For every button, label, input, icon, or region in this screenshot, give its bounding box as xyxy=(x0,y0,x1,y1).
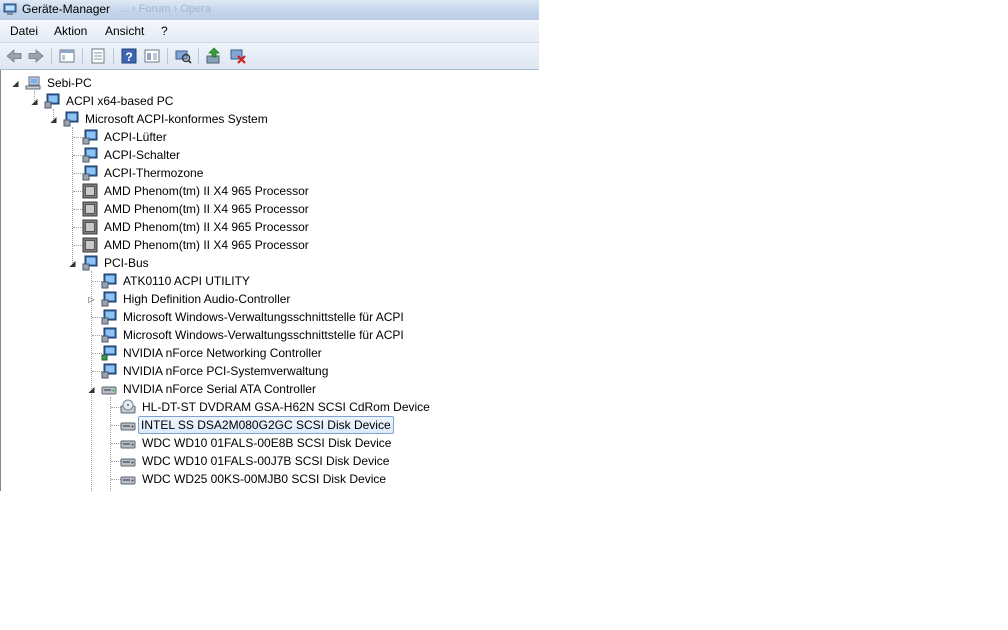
processor-icon xyxy=(82,219,98,235)
system-device-icon xyxy=(82,147,98,163)
tree-item-label: NVIDIA nForce Networking Controller xyxy=(123,346,322,360)
processor-icon xyxy=(82,183,98,199)
cdrom-drive-icon xyxy=(120,399,136,414)
tree-item-dvd-drive[interactable]: HL-DT-ST DVDRAM GSA-H62N SCSI CdRom Devi… xyxy=(1,398,531,416)
tree-item-acpi-switch[interactable]: ACPI-Schalter xyxy=(1,146,531,164)
system-device-icon xyxy=(82,255,98,271)
tree-item-label: ACPI-Thermozone xyxy=(104,166,204,180)
disk-drive-icon xyxy=(120,476,136,485)
device-tree[interactable]: ◢ Sebi-PC ◢ ACPI x64-based PC ◢ Microsof… xyxy=(0,70,539,491)
console-tree-icon[interactable] xyxy=(58,47,76,65)
tree-item-label: Microsoft Windows-Verwaltungsschnittstel… xyxy=(123,310,404,324)
network-adapter-icon xyxy=(101,345,117,361)
tree-item-label: NVIDIA nForce Serial ATA Controller xyxy=(123,382,316,396)
tree-item-label: High Definition Audio-Controller xyxy=(123,292,291,306)
tree-item-label: AMD Phenom(tm) II X4 965 Processor xyxy=(104,238,309,252)
tree-item-label-selected: INTEL SS DSA2M080G2GC SCSI Disk Device xyxy=(138,416,394,434)
tree-item-acpi-thermal[interactable]: ACPI-Thermozone xyxy=(1,164,531,182)
system-device-icon xyxy=(101,291,117,307)
help-icon[interactable]: ? xyxy=(120,47,138,65)
tree-item-wmi-acpi[interactable]: Microsoft Windows-Verwaltungsschnittstel… xyxy=(1,326,531,344)
tree-item-label: WDC WD25 00KS-00MJB0 SCSI Disk Device xyxy=(142,472,387,486)
disk-drive-icon xyxy=(120,422,136,431)
tree-item-label: PCI-Bus xyxy=(104,256,149,270)
computer-icon xyxy=(25,76,41,90)
tree-item-label: Sebi-PC xyxy=(47,76,92,90)
tree-item-label: AMD Phenom(tm) II X4 965 Processor xyxy=(104,220,309,234)
system-device-icon xyxy=(101,273,117,289)
tree-item-label: HL-DT-ST DVDRAM GSA-H62N SCSI CdRom Devi… xyxy=(142,400,430,414)
tree-item-acpi-pc[interactable]: ◢ ACPI x64-based PC xyxy=(1,92,531,110)
tree-item-acpi-system[interactable]: ◢ Microsoft ACPI-konformes System xyxy=(1,110,531,128)
tree-item-processor[interactable]: AMD Phenom(tm) II X4 965 Processor xyxy=(1,236,531,254)
tree-item-label: AMD Phenom(tm) II X4 965 Processor xyxy=(104,202,309,216)
tree-item-label: Microsoft ACPI-konformes System xyxy=(85,112,268,126)
properties-sheet-icon[interactable] xyxy=(89,47,107,65)
system-device-icon xyxy=(44,93,60,109)
tree-item-wdc-disk[interactable]: WDC WD10 01FALS-00J7B SCSI Disk Device xyxy=(1,452,531,470)
device-manager-icon xyxy=(3,3,17,15)
menu-help[interactable]: ? xyxy=(161,24,168,38)
system-device-icon xyxy=(82,165,98,181)
menu-ansicht[interactable]: Ansicht xyxy=(105,24,144,38)
tree-item-label: WDC WD10 01FALS-00J7B SCSI Disk Device xyxy=(142,454,390,468)
forward-arrow-icon[interactable] xyxy=(27,47,45,65)
system-device-icon xyxy=(101,309,117,325)
tree-item-label: WDC WD10 01FALS-00E8B SCSI Disk Device xyxy=(142,436,392,450)
update-driver-icon[interactable] xyxy=(205,47,223,65)
tree-item-label: AMD Phenom(tm) II X4 965 Processor xyxy=(104,184,309,198)
processor-icon xyxy=(82,237,98,253)
show-hidden-icon[interactable] xyxy=(143,47,161,65)
tree-item-atk0110[interactable]: ATK0110 ACPI UTILITY xyxy=(1,272,531,290)
disk-drive-icon xyxy=(120,458,136,467)
tree-item-processor[interactable]: AMD Phenom(tm) II X4 965 Processor xyxy=(1,182,531,200)
tree-item-acpi-fan[interactable]: ACPI-Lüfter xyxy=(1,128,531,146)
toolbar: ? xyxy=(0,43,539,70)
tree-item-label: ACPI x64-based PC xyxy=(66,94,174,108)
scan-hardware-icon[interactable] xyxy=(174,47,192,65)
window-title: Geräte-Manager xyxy=(22,2,111,16)
menu-aktion[interactable]: Aktion xyxy=(54,24,87,38)
tree-item-processor[interactable]: AMD Phenom(tm) II X4 965 Processor xyxy=(1,218,531,236)
menu-datei[interactable]: Datei xyxy=(10,24,38,38)
back-arrow-icon[interactable] xyxy=(5,47,23,65)
system-device-icon xyxy=(101,363,117,379)
collapse-arrow-icon[interactable]: ◢ xyxy=(30,97,39,106)
menu-bar: Datei Aktion Ansicht ? xyxy=(0,20,539,43)
title-bar[interactable]: Geräte-Manager … › Forum › Opera xyxy=(0,0,539,20)
svg-text:?: ? xyxy=(125,50,132,64)
collapse-arrow-icon[interactable]: ◢ xyxy=(49,115,58,124)
tree-item-label: NVIDIA nForce PCI-Systemverwaltung xyxy=(123,364,329,378)
tree-item-pci-bus[interactable]: ◢ PCI-Bus xyxy=(1,254,531,272)
tree-item-computer[interactable]: ◢ Sebi-PC xyxy=(1,74,531,92)
expand-arrow-icon[interactable]: ▷ xyxy=(87,295,96,304)
tree-item-hd-audio[interactable]: ▷ High Definition Audio-Controller xyxy=(1,290,531,308)
device-manager-window: Geräte-Manager … › Forum › Opera Datei A… xyxy=(0,0,539,491)
tree-item-label: ACPI-Schalter xyxy=(104,148,181,162)
collapse-arrow-icon[interactable]: ◢ xyxy=(11,79,20,88)
system-device-icon xyxy=(101,327,117,343)
tree-item-wdc-disk[interactable]: WDC WD25 00KS-00MJB0 SCSI Disk Device xyxy=(1,470,531,488)
tree-item-wdc-disk[interactable]: WDC WD10 01FALS-00E8B SCSI Disk Device xyxy=(1,434,531,452)
tree-item-label: Microsoft Windows-Verwaltungsschnittstel… xyxy=(123,328,404,342)
system-device-icon xyxy=(63,111,79,127)
tree-item-nforce-networking[interactable]: NVIDIA nForce Networking Controller xyxy=(1,344,531,362)
collapse-arrow-icon[interactable]: ◢ xyxy=(87,385,96,394)
tree-item-nforce-pci[interactable]: NVIDIA nForce PCI-Systemverwaltung xyxy=(1,362,531,380)
background-window-title: … › Forum › Opera xyxy=(118,3,211,15)
tree-item-intel-ssd[interactable]: INTEL SS DSA2M080G2GC SCSI Disk Device xyxy=(1,416,531,434)
tree-item-nforce-sata[interactable]: ◢ NVIDIA nForce Serial ATA Controller xyxy=(1,380,531,398)
storage-controller-icon xyxy=(101,386,117,395)
tree-item-wmi-acpi[interactable]: Microsoft Windows-Verwaltungsschnittstel… xyxy=(1,308,531,326)
processor-icon xyxy=(82,201,98,217)
tree-item-processor[interactable]: AMD Phenom(tm) II X4 965 Processor xyxy=(1,200,531,218)
collapse-arrow-icon[interactable]: ◢ xyxy=(68,259,77,268)
tree-item-label: ACPI-Lüfter xyxy=(104,130,167,144)
uninstall-device-icon[interactable] xyxy=(229,47,247,65)
system-device-icon xyxy=(82,129,98,145)
tree-item-label: ATK0110 ACPI UTILITY xyxy=(123,274,250,288)
disk-drive-icon xyxy=(120,440,136,449)
